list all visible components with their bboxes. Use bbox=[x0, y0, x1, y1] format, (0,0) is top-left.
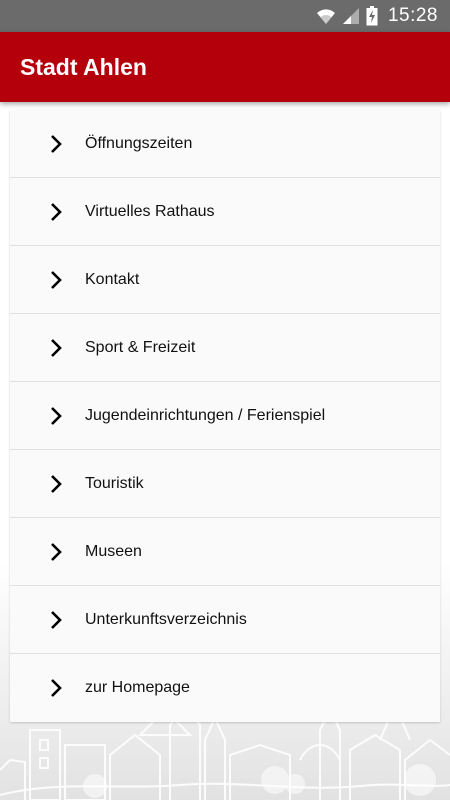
status-bar: 15:28 bbox=[0, 0, 450, 32]
main-content[interactable]: Öffnungszeiten Virtuelles Rathaus Kontak… bbox=[0, 102, 450, 800]
app-bar: Stadt Ahlen bbox=[0, 32, 450, 102]
menu-list: Öffnungszeiten Virtuelles Rathaus Kontak… bbox=[10, 110, 440, 722]
menu-item-zur-homepage[interactable]: zur Homepage bbox=[10, 654, 440, 722]
menu-item-label: Unterkunftsverzeichnis bbox=[85, 610, 247, 628]
menu-item-virtuelles-rathaus[interactable]: Virtuelles Rathaus bbox=[10, 178, 440, 246]
menu-item-label: Jugendeinrichtungen / Ferienspiel bbox=[85, 406, 326, 424]
menu-item-unterkunftsverzeichnis[interactable]: Unterkunftsverzeichnis bbox=[10, 586, 440, 654]
menu-item-label: Kontakt bbox=[85, 270, 140, 288]
chevron-right-icon bbox=[44, 404, 68, 428]
menu-item-label: zur Homepage bbox=[85, 679, 190, 696]
menu-item-jugendeinrichtungen[interactable]: Jugendeinrichtungen / Ferienspiel bbox=[10, 382, 440, 450]
menu-item-label: Touristik bbox=[85, 474, 144, 492]
battery-charging-icon bbox=[366, 6, 378, 26]
chevron-right-icon bbox=[44, 336, 68, 360]
chevron-right-icon bbox=[44, 200, 68, 224]
menu-item-label: Sport & Freizeit bbox=[85, 338, 196, 356]
chevron-right-icon bbox=[44, 540, 68, 564]
chevron-right-icon bbox=[44, 608, 68, 632]
menu-item-sport-freizeit[interactable]: Sport & Freizeit bbox=[10, 314, 440, 382]
menu-item-oeffnungszeiten[interactable]: Öffnungszeiten bbox=[10, 110, 440, 178]
signal-icon bbox=[342, 7, 360, 25]
status-time: 15:28 bbox=[387, 5, 438, 26]
chevron-right-icon bbox=[44, 472, 68, 496]
chevron-right-icon bbox=[44, 676, 68, 700]
app-title: Stadt Ahlen bbox=[20, 53, 147, 80]
menu-item-kontakt[interactable]: Kontakt bbox=[10, 246, 440, 314]
menu-item-touristik[interactable]: Touristik bbox=[10, 450, 440, 518]
menu-item-museen[interactable]: Museen bbox=[10, 518, 440, 586]
chevron-right-icon bbox=[44, 132, 68, 156]
wifi-icon bbox=[316, 7, 336, 25]
menu-item-label: Öffnungszeiten bbox=[85, 134, 193, 152]
chevron-right-icon bbox=[44, 268, 68, 292]
menu-item-label: Virtuelles Rathaus bbox=[85, 202, 215, 220]
menu-item-label: Museen bbox=[85, 542, 142, 560]
